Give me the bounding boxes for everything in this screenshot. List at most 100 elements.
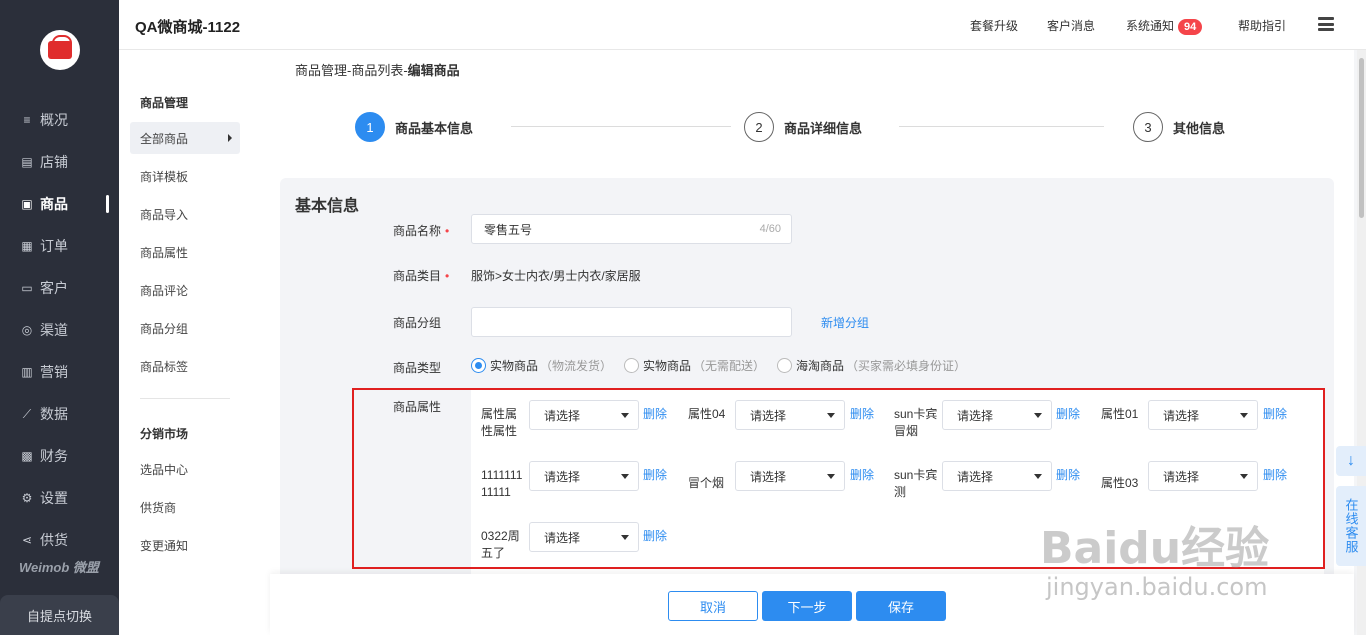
top-bar: QA微商城-1122 套餐升级 客户消息 系统通知 94 帮助指引: [119, 0, 1366, 50]
step-detail-info[interactable]: 2 商品详细信息: [744, 112, 862, 142]
select-value: 请选择: [750, 408, 787, 423]
customer-messages-link[interactable]: 客户消息: [1047, 17, 1095, 34]
sidebar-item-customer[interactable]: ▭ 客户: [0, 267, 119, 309]
sidebar-item-finance[interactable]: ▩ 财务: [0, 435, 119, 477]
hamburger-menu-icon[interactable]: [1318, 17, 1334, 31]
attribute-label: 属性04: [688, 407, 726, 421]
attribute-select[interactable]: 请选择: [735, 400, 845, 430]
sidebar-item-data[interactable]: ⟋ 数据: [0, 393, 119, 435]
type-radio-physical-no-delivery[interactable]: 实物商品 （无需配送）: [624, 357, 765, 374]
attribute-select[interactable]: 请选择: [1148, 461, 1258, 491]
sidebar-item-order[interactable]: ▦ 订单: [0, 225, 119, 267]
attribute-label: 属性属性属性: [481, 407, 518, 438]
delete-attribute-link[interactable]: 删除: [850, 405, 874, 422]
attribute-select[interactable]: 请选择: [529, 400, 639, 430]
attribute-select[interactable]: 请选择: [942, 461, 1052, 491]
pickup-switch-button[interactable]: 自提点切换: [0, 595, 119, 635]
sidebar-item-product[interactable]: ▣ 商品: [0, 183, 119, 225]
sidebar-item-channel[interactable]: ◎ 渠道: [0, 309, 119, 351]
next-step-button[interactable]: 下一步: [762, 591, 852, 621]
sidebar-item-label: 商品: [40, 196, 68, 212]
sidebar-item-label: 概况: [40, 112, 68, 128]
subnav-item-product-groups[interactable]: 商品分组: [130, 312, 240, 344]
sidebar-item-store[interactable]: ▤ 店铺: [0, 141, 119, 183]
attribute-label: 冒个烟: [688, 476, 725, 490]
step-basic-info[interactable]: 1 商品基本信息: [355, 112, 473, 142]
list-icon: ≡: [23, 113, 31, 127]
store-logo[interactable]: [40, 30, 80, 70]
order-icon: ▦: [21, 239, 33, 253]
attribute-select[interactable]: 请选择: [1148, 400, 1258, 430]
delete-attribute-link[interactable]: 删除: [1263, 405, 1287, 422]
attribute-label: 0322周五了: [481, 529, 520, 560]
radio-label: 实物商品: [490, 359, 539, 373]
app-title: QA微商城-1122: [135, 19, 241, 36]
subnav-item-product-reviews[interactable]: 商品评论: [130, 274, 240, 306]
subnav-item-product-attributes[interactable]: 商品属性: [130, 236, 240, 268]
attribute-label: 属性03: [1101, 476, 1139, 490]
step-label: 商品详细信息: [784, 120, 863, 136]
subnav-item-supplier[interactable]: 供货商: [130, 491, 240, 523]
sidebar-item-overview[interactable]: ≡ 概况: [0, 99, 119, 141]
caret-down-icon: [1240, 474, 1248, 479]
help-link[interactable]: 帮助指引: [1238, 17, 1286, 34]
attribute-select[interactable]: 请选择: [529, 461, 639, 491]
step-other-info[interactable]: 3 其他信息: [1133, 112, 1225, 142]
subnav-item-all-products[interactable]: 全部商品: [130, 122, 240, 154]
type-radio-overseas[interactable]: 海淘商品 （买家需必填身份证）: [777, 357, 966, 374]
radio-label: 实物商品: [643, 359, 692, 373]
sidebar-item-supply[interactable]: ⋖ 供货: [0, 519, 119, 561]
subnav-item-selection-center[interactable]: 选品中心: [130, 453, 240, 485]
product-group-input[interactable]: [471, 307, 792, 337]
delete-attribute-link[interactable]: 删除: [1056, 405, 1080, 422]
subnav-group-distribution: 分销市场: [140, 427, 189, 441]
select-value: 请选择: [1163, 469, 1200, 484]
sidebar-item-settings[interactable]: ⚙ 设置: [0, 477, 119, 519]
radio-hint: （无需配送）: [693, 359, 766, 373]
system-notice-link[interactable]: 系统通知 94: [1126, 17, 1203, 35]
char-count: 4/60: [759, 223, 781, 235]
sidebar-item-marketing[interactable]: ▥ 营销: [0, 351, 119, 393]
save-button[interactable]: 保存: [856, 591, 946, 621]
product-name-input[interactable]: 零售五号 4/60: [471, 214, 792, 244]
sub-navigation: 商品管理 全部商品 商详模板 商品导入 商品属性 商品评论 商品分组 商品标签 …: [119, 50, 269, 635]
subnav-item-detail-template[interactable]: 商详模板: [130, 160, 240, 192]
select-value: 请选择: [957, 469, 994, 484]
download-icon[interactable]: ↓: [1336, 446, 1366, 476]
required-mark: •: [445, 224, 450, 238]
cancel-button[interactable]: 取消: [668, 591, 758, 621]
attribute-label: sun卡宾冒烟: [894, 407, 938, 438]
scrollbar-thumb[interactable]: [1359, 58, 1364, 218]
product-icon: ▣: [21, 197, 33, 211]
subnav-item-product-import[interactable]: 商品导入: [130, 198, 240, 230]
subnav-item-change-notice[interactable]: 变更通知: [130, 529, 240, 561]
subnav-item-product-tags[interactable]: 商品标签: [130, 350, 240, 382]
attribute-select[interactable]: 请选择: [529, 522, 639, 552]
subnav-group-product-management: 商品管理: [140, 96, 189, 110]
sidebar: ≡ 概况 ▤ 店铺 ▣ 商品 ▦ 订单 ▭ 客户 ◎ 渠道 ▥ 营销 ⟋ 数据 ▩ 财务 ⚙ 设置 …: [0, 0, 119, 635]
delete-attribute-link[interactable]: 删除: [643, 466, 667, 483]
watermark-url: jingyan.baidu.com: [1046, 573, 1268, 601]
select-value: 请选择: [544, 408, 581, 423]
type-radio-physical-shipping[interactable]: 实物商品 （物流发货）: [471, 357, 612, 374]
delete-attribute-link[interactable]: 删除: [1056, 466, 1080, 483]
attribute-select[interactable]: 请选择: [942, 400, 1052, 430]
product-name-value: 零售五号: [484, 222, 533, 237]
caret-down-icon: [621, 474, 629, 479]
delete-attribute-link[interactable]: 删除: [643, 527, 667, 544]
delete-attribute-link[interactable]: 删除: [643, 405, 667, 422]
online-service-button[interactable]: 在线客服: [1336, 486, 1366, 566]
add-group-link[interactable]: 新增分组: [821, 314, 869, 331]
sidebar-item-label: 设置: [40, 490, 68, 506]
attribute-select[interactable]: 请选择: [735, 461, 845, 491]
caret-down-icon: [1034, 413, 1042, 418]
delete-attribute-link[interactable]: 删除: [1263, 466, 1287, 483]
watermark-logo: Baidu经验: [1040, 523, 1270, 574]
select-value: 请选择: [957, 408, 994, 423]
sidebar-item-label: 店铺: [40, 154, 68, 170]
sidebar-item-label: 营销: [40, 364, 68, 380]
product-category-label: 商品类目 •: [393, 267, 449, 284]
delete-attribute-link[interactable]: 删除: [850, 466, 874, 483]
step-label: 商品基本信息: [395, 120, 474, 136]
upgrade-link[interactable]: 套餐升级: [970, 17, 1018, 34]
